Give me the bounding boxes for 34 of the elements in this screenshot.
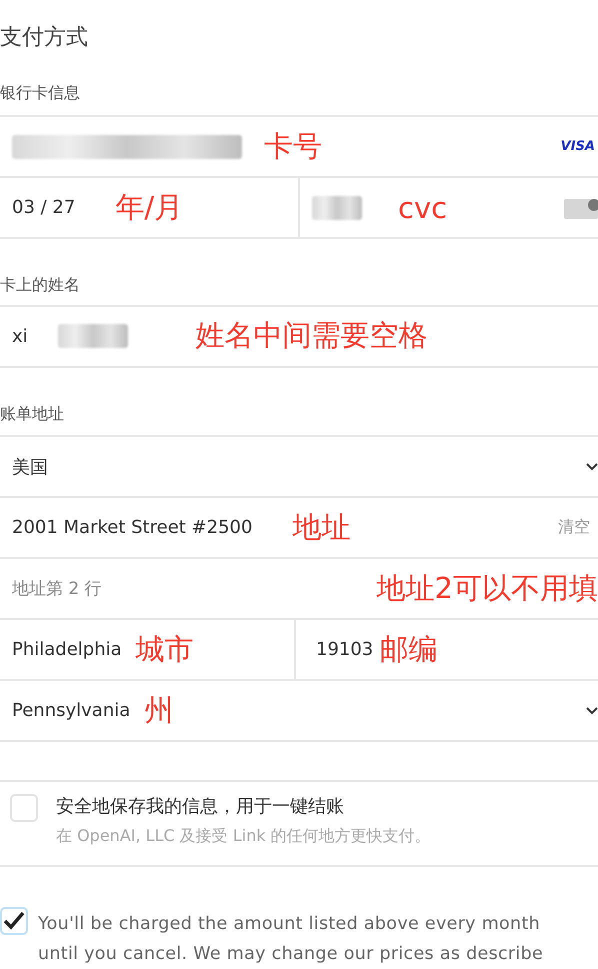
checkbox[interactable] [10,794,38,822]
zip-field[interactable]: 19103 邮编 [294,620,598,680]
name-field[interactable]: xi 姓名中间需要空格 [0,306,598,366]
card-number-field[interactable]: 卡号 VISA [0,117,598,176]
card-brand-logo: VISA [560,139,595,154]
section-title: 支付方式 [0,24,89,52]
card-icon [564,196,598,218]
save-info-title: 安全地保存我的信息，用于一键结账 [56,795,345,818]
redacted-blur [312,196,362,220]
annotation: 州 [144,692,174,729]
chevron-down-icon [586,462,598,472]
field-label: 银行卡信息 [0,83,81,104]
annotation: 邮编 [379,630,438,668]
expiry-field[interactable]: 03 / 27 年/月 [0,178,298,237]
country-select[interactable]: 美国 [0,437,598,496]
checkbox[interactable] [0,907,28,936]
state-select[interactable]: Pennsylvania 州 [0,681,598,740]
annotation: 年/月 [115,188,184,226]
address-field[interactable]: 2001 Market Street #2500 地址 清空 [0,498,598,558]
redacted-blur [58,324,128,348]
annotation: cvc [398,190,448,224]
chevron-down-icon [586,706,598,716]
address-line2-field[interactable]: 地址第 2 行 地址2可以不用填 [0,559,598,618]
city-field[interactable]: Philadelphia 城市 [0,620,294,680]
annotation: 卡号 [264,128,322,164]
annotation: 地址2可以不用填 [376,570,598,607]
field-label: 账单地址 [0,404,65,425]
save-info-subtitle: 在 OpenAI, LLC 及接受 Link 的任何地方更快支付。 [56,826,431,848]
cvc-field[interactable]: cvc [298,178,598,237]
annotation: 地址 [292,508,350,546]
field-label: 卡上的姓名 [0,275,81,296]
annotation: 城市 [136,630,194,668]
terms-text: You'll be charged the amount listed above every month until you cancel. We may change our prices as describe [38,913,544,966]
annotation: 姓名中间需要空格 [196,317,428,354]
